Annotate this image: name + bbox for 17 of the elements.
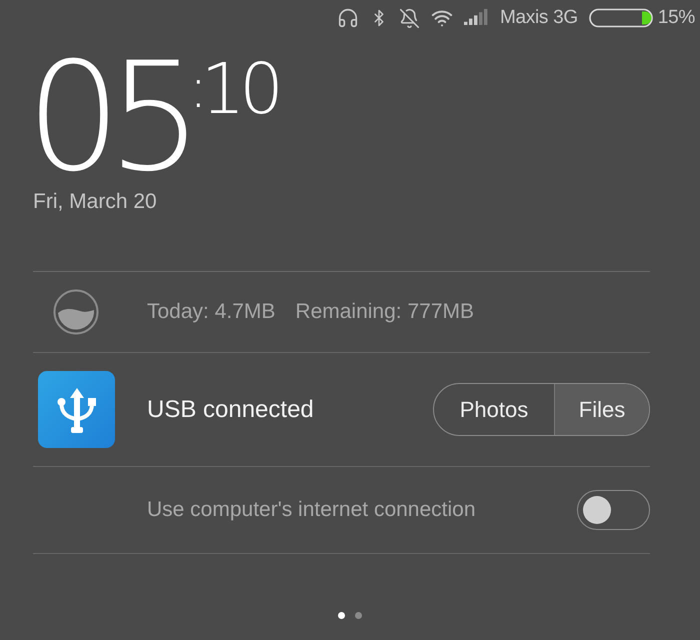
usb-icon <box>56 386 96 434</box>
clock-date: Fri, March 20 <box>32 190 157 214</box>
bell-off-icon <box>399 8 420 28</box>
signal-icon <box>464 9 490 27</box>
headphones-icon <box>337 7 360 29</box>
data-gauge-icon <box>53 289 99 335</box>
battery-percent: 15% <box>658 7 695 29</box>
clock-hours: 05 <box>26 43 189 193</box>
usb-status-title: USB connected <box>147 396 314 424</box>
usb-mode-option[interactable]: Files <box>554 384 649 435</box>
usb-mode-option[interactable]: Photos <box>434 384 554 435</box>
battery-icon <box>588 8 653 28</box>
carrier-name: Maxis 3G <box>500 7 578 29</box>
data-today: Today: 4.7MB <box>147 300 276 324</box>
tethering-label: Use computer's internet connection <box>147 498 476 522</box>
tethering-switch[interactable] <box>577 490 650 530</box>
data-remaining: Remaining: 777MB <box>295 300 474 324</box>
